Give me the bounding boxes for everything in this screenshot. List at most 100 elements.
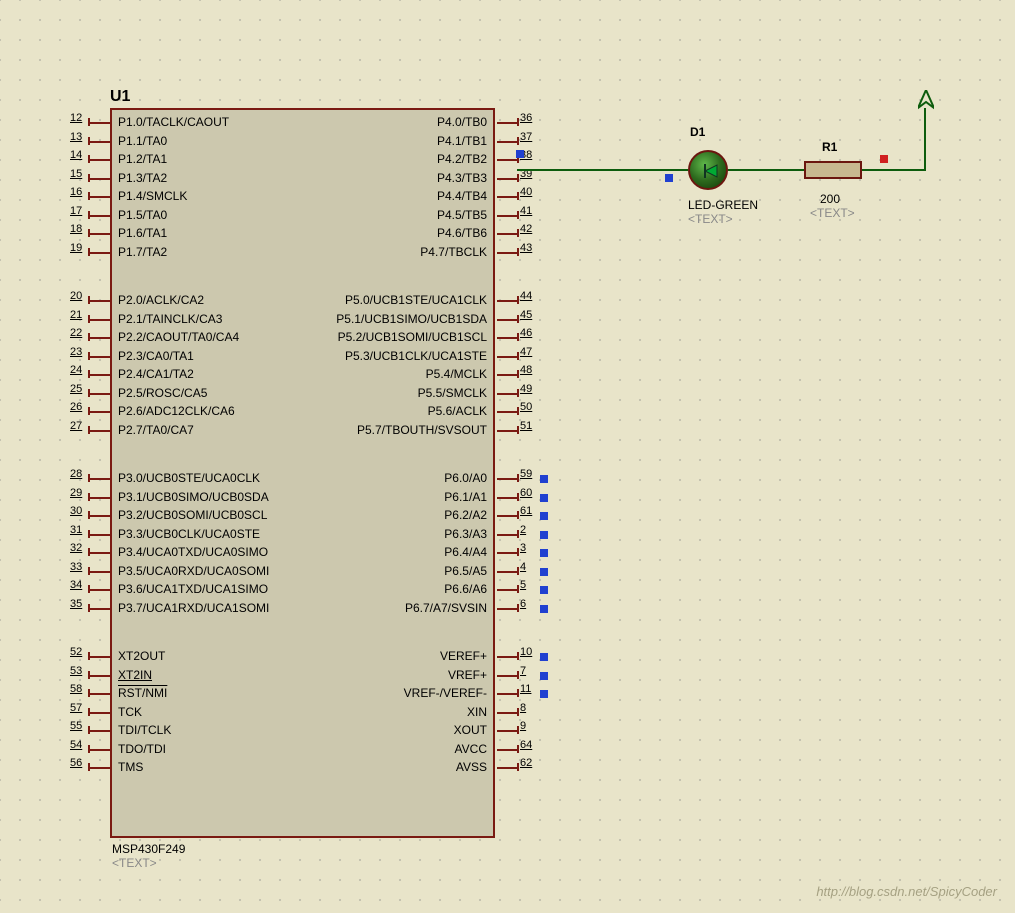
pin-lead[interactable]	[90, 196, 110, 198]
pin-lead[interactable]	[497, 300, 517, 302]
power-arrow-icon	[918, 90, 934, 110]
pin-lead[interactable]	[90, 589, 110, 591]
pin-number: 16	[70, 186, 88, 198]
pin-lead[interactable]	[497, 122, 517, 124]
pin-lead[interactable]	[497, 749, 517, 751]
pin-label: P1.1/TA0	[118, 134, 167, 148]
pin-tick	[517, 530, 519, 538]
pin-lead[interactable]	[497, 571, 517, 573]
pin-number: 42	[520, 223, 538, 235]
pin-lead[interactable]	[497, 730, 517, 732]
pin-lead[interactable]	[497, 233, 517, 235]
pin-lead[interactable]	[497, 478, 517, 480]
pin-lead[interactable]	[497, 337, 517, 339]
pin-lead[interactable]	[90, 178, 110, 180]
pin-lead[interactable]	[497, 675, 517, 677]
pin-lead[interactable]	[90, 252, 110, 254]
pin-lead[interactable]	[90, 122, 110, 124]
pin-label: P1.4/SMCLK	[118, 189, 187, 203]
pin-lead[interactable]	[497, 497, 517, 499]
pin-lead[interactable]	[90, 608, 110, 610]
pin-tick	[517, 652, 519, 660]
pin-lead[interactable]	[90, 675, 110, 677]
pin-lead[interactable]	[90, 356, 110, 358]
pin-lead[interactable]	[90, 749, 110, 751]
pin-lead[interactable]	[90, 656, 110, 658]
pin-number: 25	[70, 383, 88, 395]
r1-text-placeholder: <TEXT>	[810, 206, 855, 220]
wire-p42-to-d1[interactable]	[517, 169, 688, 171]
r1-ref: R1	[822, 140, 837, 154]
pin-lead[interactable]	[90, 411, 110, 413]
pin-label: P1.6/TA1	[118, 226, 167, 240]
pin-number: 54	[70, 739, 88, 751]
pin-lead[interactable]	[90, 300, 110, 302]
pin-lead[interactable]	[90, 393, 110, 395]
pin-lead[interactable]	[90, 215, 110, 217]
d1-label: LED-GREEN	[688, 198, 758, 212]
pin-lead[interactable]	[497, 767, 517, 769]
pin-tick	[517, 352, 519, 360]
pin-lead[interactable]	[90, 141, 110, 143]
pin-tick	[88, 229, 90, 237]
pin-lead[interactable]	[497, 252, 517, 254]
pin-number: 36	[520, 112, 538, 124]
pin-number: 21	[70, 309, 88, 321]
pin-lead[interactable]	[497, 393, 517, 395]
pin-lead[interactable]	[497, 196, 517, 198]
pin-tick	[517, 370, 519, 378]
pin-tick	[88, 426, 90, 434]
r1-resistor[interactable]	[804, 161, 862, 179]
pin-lead[interactable]	[497, 215, 517, 217]
pin-lead[interactable]	[90, 374, 110, 376]
pin-number: 11	[520, 683, 538, 695]
pin-lead[interactable]	[90, 478, 110, 480]
pin-lead[interactable]	[497, 159, 517, 161]
pin-lead[interactable]	[497, 608, 517, 610]
pin-lead[interactable]	[497, 141, 517, 143]
wire-r1-to-power-h[interactable]	[862, 169, 926, 171]
pin-tick	[88, 726, 90, 734]
pin-label: TMS	[118, 760, 143, 774]
pin-tick	[88, 567, 90, 575]
pin-lead[interactable]	[497, 178, 517, 180]
pin-lead[interactable]	[90, 534, 110, 536]
pin-label: P3.3/UCB0CLK/UCA0STE	[118, 527, 260, 541]
pin-lead[interactable]	[90, 319, 110, 321]
pin-lead[interactable]	[497, 430, 517, 432]
pin-lead[interactable]	[497, 374, 517, 376]
pin-lead[interactable]	[90, 730, 110, 732]
pin-lead[interactable]	[90, 515, 110, 517]
pin-lead[interactable]	[497, 712, 517, 714]
watermark: http://blog.csdn.net/SpicyCoder	[816, 884, 997, 899]
pin-lead[interactable]	[497, 515, 517, 517]
pin-lead[interactable]	[90, 767, 110, 769]
pin-label: P6.0/A0	[444, 471, 487, 485]
pin-lead[interactable]	[90, 497, 110, 499]
pin-label: P5.7/TBOUTH/SVSOUT	[357, 423, 487, 437]
pin-label: VREF-/VEREF-	[404, 686, 487, 700]
pin-lead[interactable]	[497, 534, 517, 536]
pin-lead[interactable]	[497, 693, 517, 695]
net-node	[540, 586, 548, 594]
pin-lead[interactable]	[90, 571, 110, 573]
pin-lead[interactable]	[90, 159, 110, 161]
pin-lead[interactable]	[497, 319, 517, 321]
pin-label: P5.1/UCB1SIMO/UCB1SDA	[336, 312, 487, 326]
pin-lead[interactable]	[90, 552, 110, 554]
pin-lead[interactable]	[90, 430, 110, 432]
pin-lead[interactable]	[90, 233, 110, 235]
pin-lead[interactable]	[90, 693, 110, 695]
pin-lead[interactable]	[90, 712, 110, 714]
wire-d1-to-r1[interactable]	[728, 169, 804, 171]
pin-label: P3.0/UCB0STE/UCA0CLK	[118, 471, 260, 485]
pin-lead[interactable]	[497, 656, 517, 658]
wire-r1-to-power-v[interactable]	[924, 108, 926, 171]
pin-number: 6	[520, 598, 538, 610]
pin-lead[interactable]	[90, 337, 110, 339]
pin-lead[interactable]	[497, 589, 517, 591]
pin-lead[interactable]	[497, 356, 517, 358]
pin-lead[interactable]	[497, 552, 517, 554]
net-node	[540, 690, 548, 698]
pin-lead[interactable]	[497, 411, 517, 413]
